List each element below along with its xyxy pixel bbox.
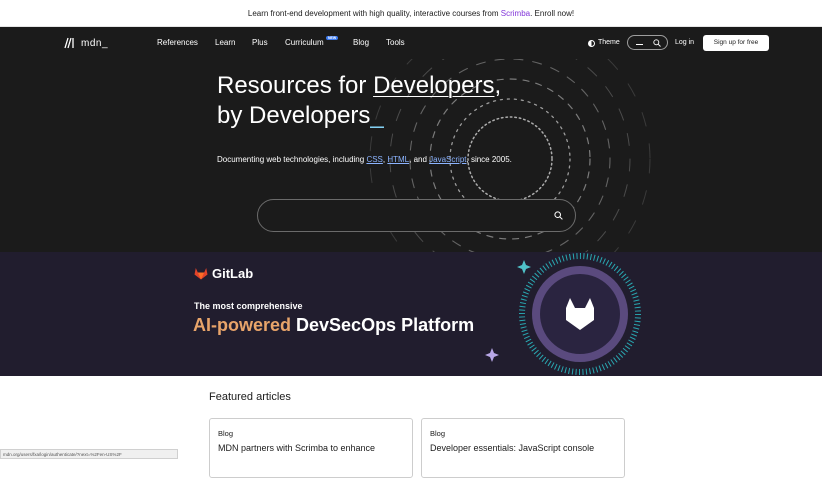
gitlab-logo-icon xyxy=(194,268,208,280)
nav-learn[interactable]: Learn xyxy=(215,27,235,59)
search-icon xyxy=(554,211,563,220)
signup-button[interactable]: Sign up for free xyxy=(703,35,769,51)
card-title[interactable]: MDN partners with Scrimba to enhance xyxy=(218,443,375,453)
nav-curriculum[interactable]: Curriculum xyxy=(285,27,324,59)
hero-section: Resources for Developers, by Developers_… xyxy=(0,59,822,252)
hero-developers-link[interactable]: Developers xyxy=(373,72,494,99)
nav-search-input[interactable] xyxy=(627,35,668,50)
mdn-logo-icon xyxy=(64,37,74,49)
featured-card[interactable]: Blog Developer essentials: JavaScript co… xyxy=(421,418,625,478)
browser-status-url: mdn.org/users/fxa/login/authenticate/?ne… xyxy=(0,449,178,459)
theme-switcher[interactable]: Theme xyxy=(588,37,620,49)
featured-card[interactable]: Blog MDN partners with Scrimba to enhanc… xyxy=(209,418,413,478)
card-title[interactable]: Developer essentials: JavaScript console xyxy=(430,443,594,453)
featured-heading: Featured articles xyxy=(209,391,291,403)
mdn-logo[interactable]: mdn_ xyxy=(64,35,108,51)
gitlab-ad-art xyxy=(485,253,641,375)
nav-blog[interactable]: Blog xyxy=(353,27,369,59)
gitlab-ad-banner[interactable]: GitLab The most comprehensive AI-powered… xyxy=(0,252,822,376)
card-tag: Blog xyxy=(218,429,234,438)
new-badge: NEW xyxy=(326,36,339,40)
nav-plus[interactable]: Plus xyxy=(252,27,268,59)
nav-tools[interactable]: Tools xyxy=(386,27,405,59)
ad-headline: AI-powered DevSecOps Platform xyxy=(193,315,475,335)
banner-text: Learn front-end development with high qu… xyxy=(247,9,501,18)
theme-label: Theme xyxy=(598,39,620,46)
html-link[interactable]: HTML xyxy=(387,155,409,164)
javascript-link[interactable]: JavaScript xyxy=(429,155,466,164)
hero-search-input[interactable] xyxy=(257,199,576,232)
login-link[interactable]: Log in xyxy=(675,27,694,59)
top-navigation: mdn_ References Learn Plus Curriculum NE… xyxy=(0,27,822,59)
banner-scrimba-link[interactable]: Scrimba xyxy=(501,9,530,18)
banner-text-end: . Enroll now! xyxy=(530,9,575,18)
logo-text: mdn_ xyxy=(81,37,109,49)
gitlab-brand: GitLab xyxy=(194,266,253,281)
card-tag: Blog xyxy=(430,429,446,438)
search-icon xyxy=(653,39,661,47)
ad-tagline: The most comprehensive xyxy=(194,301,303,311)
nav-references[interactable]: References xyxy=(157,27,198,59)
search-cursor xyxy=(636,44,643,45)
gitlab-name: GitLab xyxy=(212,266,254,281)
theme-icon xyxy=(588,39,595,47)
hero-title: Resources for Developers, by Developers_ xyxy=(217,72,502,129)
css-link[interactable]: CSS xyxy=(366,155,382,164)
promo-banner: Learn front-end development with high qu… xyxy=(0,0,822,27)
hero-subtitle: Documenting web technologies, including … xyxy=(217,155,512,164)
